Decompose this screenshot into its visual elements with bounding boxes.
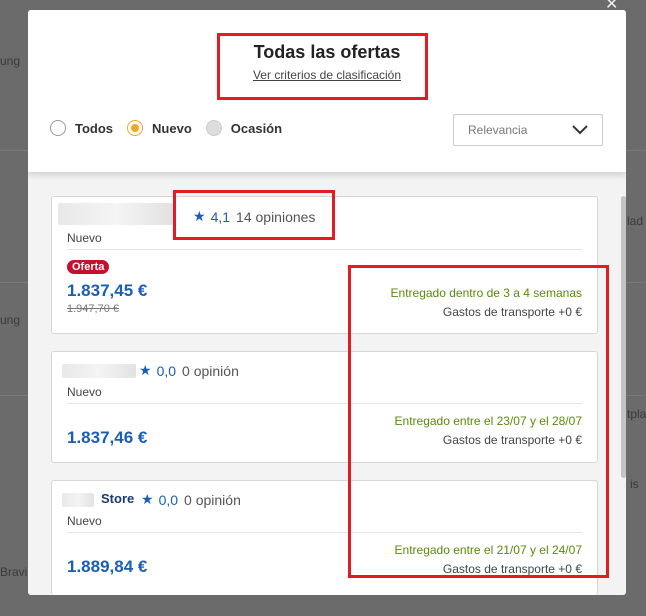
seller-logo bbox=[58, 203, 173, 225]
old-price: 1.947,70 € bbox=[67, 303, 119, 315]
condition-label: Nuevo bbox=[67, 231, 102, 245]
filter-todos[interactable]: Todos bbox=[50, 120, 113, 136]
filter-label: Nuevo bbox=[152, 120, 192, 136]
rating-value: 0,0 bbox=[156, 362, 177, 379]
offer-price: 1.837,45 € bbox=[67, 281, 148, 300]
filter-label: Todos bbox=[75, 120, 114, 136]
star-icon: ★ bbox=[141, 491, 154, 507]
offer-price: 1.889,84 € bbox=[67, 557, 148, 576]
review-count[interactable]: 0 opinión bbox=[184, 492, 241, 508]
bg-snippet: Bravi bbox=[0, 565, 28, 579]
chevron-down-icon bbox=[572, 125, 588, 135]
highlight-box bbox=[173, 190, 335, 240]
filter-label: Ocasión bbox=[230, 120, 283, 136]
divider bbox=[67, 249, 582, 250]
seller-rating: ★ 0,0 0 opinión bbox=[139, 362, 239, 379]
scrollbar[interactable] bbox=[621, 196, 626, 478]
offer-badge: Oferta bbox=[67, 260, 110, 274]
bg-snippet: lad bbox=[627, 214, 644, 228]
review-count[interactable]: 0 opinión bbox=[182, 363, 239, 379]
radio-selected-icon bbox=[127, 120, 144, 136]
offers-list[interactable]: ★ 4,1 14 opiniones Nuevo Oferta 1.837,45… bbox=[28, 172, 626, 595]
offers-modal: Todas las ofertas Ver criterios de clasi… bbox=[28, 10, 626, 595]
sort-select[interactable]: Relevancia bbox=[453, 114, 603, 146]
modal-header: Todas las ofertas Ver criterios de clasi… bbox=[28, 10, 626, 172]
bg-snippet: tpla bbox=[627, 407, 646, 421]
seller-logo bbox=[62, 364, 136, 378]
store-name[interactable]: Store bbox=[101, 491, 134, 506]
offer-price: 1.837,46 € bbox=[67, 428, 148, 447]
bg-snippet: ung bbox=[0, 313, 21, 327]
radio-unselected-icon bbox=[50, 120, 66, 136]
condition-filter: Todos Nuevo Ocasión bbox=[50, 120, 296, 136]
highlight-box bbox=[348, 265, 609, 578]
condition-label: Nuevo bbox=[67, 385, 102, 399]
bg-snippet: is bbox=[630, 477, 639, 491]
bg-snippet: ung bbox=[0, 54, 21, 68]
sort-value: Relevancia bbox=[468, 123, 528, 137]
rating-value: 0,0 bbox=[158, 491, 179, 508]
seller-logo bbox=[62, 493, 94, 507]
condition-label: Nuevo bbox=[67, 514, 102, 528]
seller-rating: ★ 0,0 0 opinión bbox=[141, 491, 241, 508]
star-icon: ★ bbox=[139, 362, 152, 378]
radio-disabled-icon bbox=[205, 120, 222, 136]
filter-ocasion[interactable]: Ocasión bbox=[205, 120, 283, 136]
filter-nuevo[interactable]: Nuevo bbox=[127, 120, 192, 136]
highlight-box bbox=[217, 33, 428, 100]
